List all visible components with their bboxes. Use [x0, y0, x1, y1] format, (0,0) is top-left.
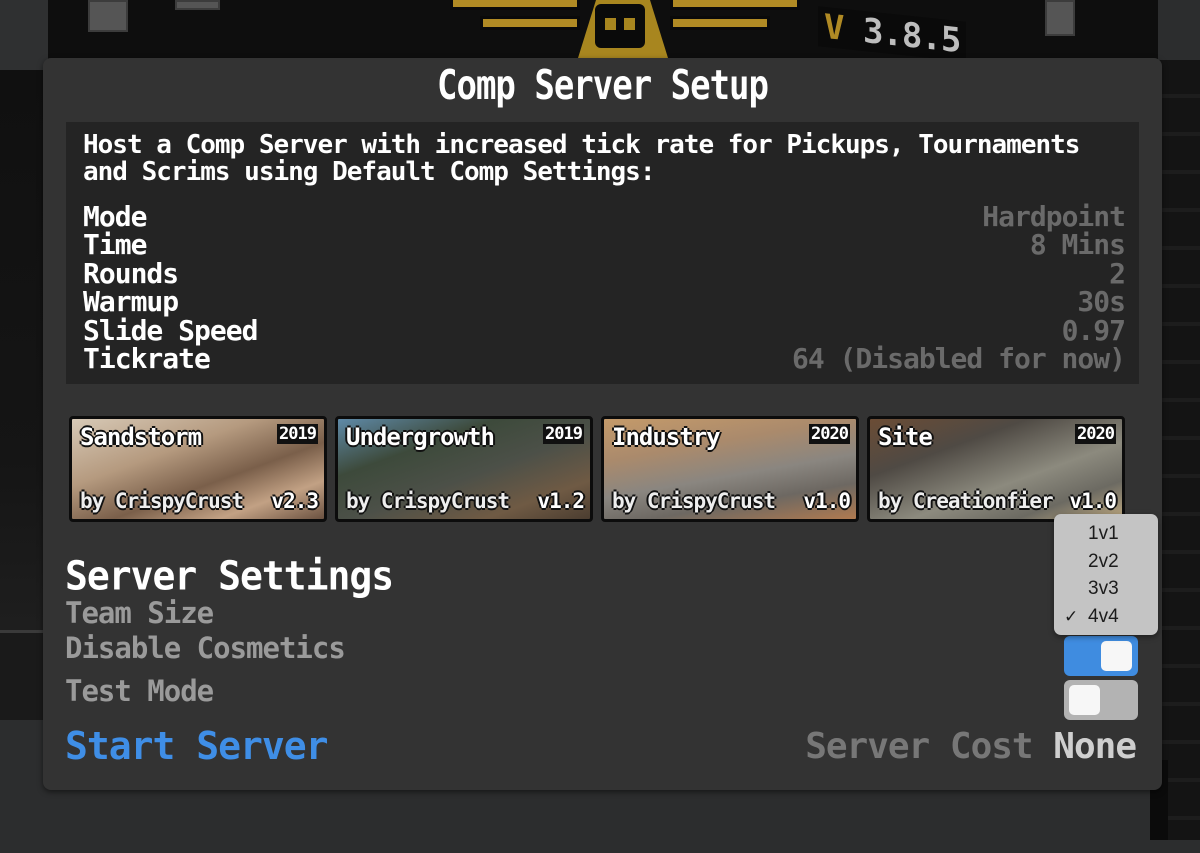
logo-wing [670, 0, 800, 10]
background-scene-shelf [0, 630, 48, 720]
test-mode-toggle[interactable] [1064, 680, 1138, 720]
logo-wing [450, 0, 580, 10]
disable-cosmetics-label: Disable Cosmetics [65, 631, 346, 665]
toggle-knob [1101, 641, 1132, 671]
team-size-option-4v4[interactable]: ✓ 4v4 [1054, 603, 1158, 631]
setting-key: Tickrate [83, 342, 211, 376]
map-name: Industry [612, 423, 721, 451]
server-cost-value: None [1053, 726, 1137, 767]
server-settings-title: Server Settings [65, 552, 394, 600]
map-version: v1.2 [537, 489, 585, 513]
logo-wing [480, 16, 580, 30]
checkmark-icon: ✓ [1064, 606, 1079, 626]
team-size-label: Team Size [65, 596, 214, 630]
map-version: v2.3 [271, 489, 319, 513]
option-label: 2v2 [1088, 550, 1119, 572]
background-block [1045, 0, 1075, 36]
map-year: 2020 [1075, 424, 1116, 444]
background-scene-left [0, 70, 48, 720]
server-cost-label: Server Cost [805, 726, 1033, 767]
background-block [88, 0, 128, 32]
comp-server-setup-panel: Comp Server Setup Host a Comp Server wit… [43, 58, 1162, 790]
settings-list: Mode Hardpoint Time 8 Mins Rounds 2 Warm… [83, 200, 1126, 376]
team-size-dropdown[interactable]: 1v1 2v2 3v3 ✓ 4v4 [1054, 514, 1158, 635]
map-name: Sandstorm [80, 423, 202, 451]
team-size-option-1v1[interactable]: 1v1 [1054, 520, 1158, 548]
map-name: Site [878, 423, 933, 451]
map-author: by CrispyCrust [346, 489, 510, 513]
disable-cosmetics-toggle[interactable] [1064, 636, 1138, 676]
settings-row-mode: Mode Hardpoint [83, 200, 1126, 233]
map-version: v1.0 [803, 489, 851, 513]
description-text: Host a Comp Server with increased tick r… [83, 130, 1080, 187]
panel-title: Comp Server Setup [437, 62, 769, 110]
toggle-knob [1069, 685, 1100, 715]
map-version: v1.0 [1069, 489, 1117, 513]
map-card-sandstorm[interactable]: Sandstorm 2019 by CrispyCrust v2.3 [69, 416, 327, 522]
map-card-site[interactable]: Site 2020 by Creationfier v1.0 [867, 416, 1125, 522]
settings-row-warmup: Warmup 30s [83, 285, 1126, 318]
map-name: Undergrowth [346, 423, 495, 451]
map-author: by Creationfier [878, 489, 1054, 513]
default-settings-box: Host a Comp Server with increased tick r… [66, 122, 1139, 384]
map-card-industry[interactable]: Industry 2020 by CrispyCrust v1.0 [601, 416, 859, 522]
setting-value: 64 (Disabled for now) [791, 342, 1126, 376]
background-block [175, 0, 220, 10]
background-scene-right [1158, 60, 1200, 840]
option-label: 1v1 [1088, 523, 1119, 544]
team-size-option-2v2[interactable]: 2v2 [1054, 548, 1158, 576]
map-card-undergrowth[interactable]: Undergrowth 2019 by CrispyCrust v1.2 [335, 416, 593, 522]
version-prefix: V [824, 6, 844, 49]
option-label: 3v3 [1088, 578, 1119, 599]
map-list: Sandstorm 2019 by CrispyCrust v2.3 Under… [69, 416, 1139, 522]
server-cost: Server Cost None [805, 726, 1137, 767]
map-author: by CrispyCrust [612, 489, 776, 513]
logo-wing [670, 16, 770, 30]
team-size-option-3v3[interactable]: 3v3 [1054, 575, 1158, 603]
map-year: 2019 [277, 424, 318, 444]
map-year: 2019 [543, 424, 584, 444]
settings-row-tickrate: Tickrate 64 (Disabled for now) [83, 342, 1126, 376]
background-scene-left-top [0, 0, 48, 70]
settings-row-rounds: Rounds 2 [83, 257, 1126, 290]
skull-icon [595, 4, 645, 48]
map-author: by CrispyCrust [80, 489, 244, 513]
option-label: 4v4 [1088, 605, 1119, 627]
settings-row-slide-speed: Slide Speed 0.97 [83, 314, 1126, 347]
test-mode-label: Test Mode [65, 674, 214, 708]
start-server-button[interactable]: Start Server [65, 724, 329, 768]
settings-row-time: Time 8 Mins [83, 228, 1126, 261]
map-year: 2020 [809, 424, 850, 444]
